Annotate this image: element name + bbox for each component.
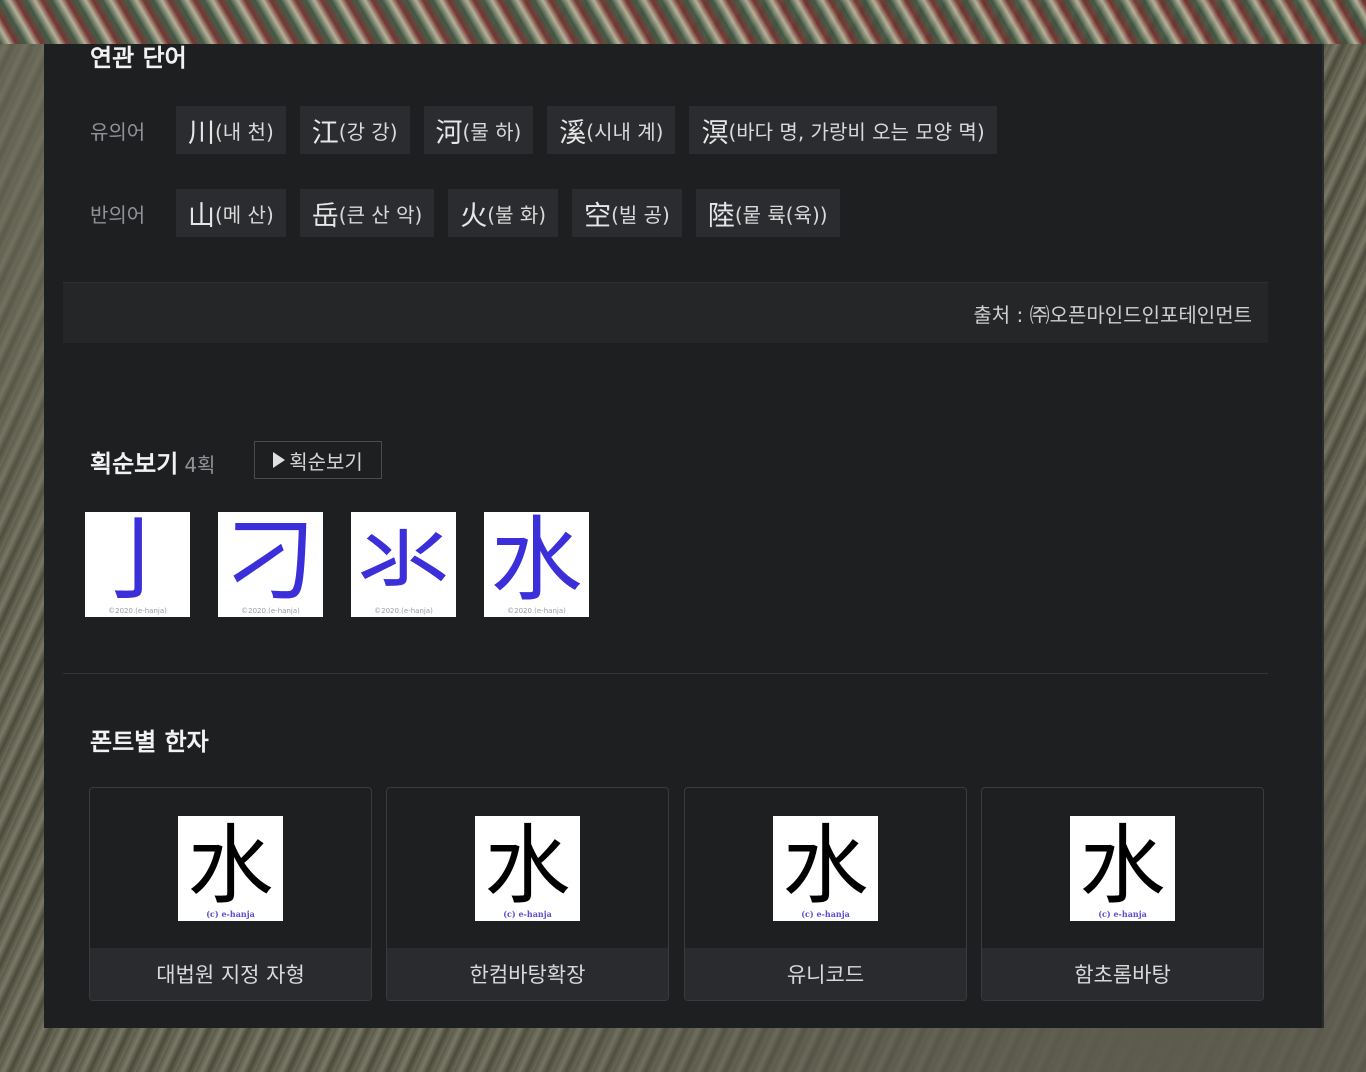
font-glyph-image: 水 (c) e-hanja bbox=[1070, 816, 1175, 921]
stroke-glyph: 刁 bbox=[224, 507, 317, 614]
hanja: 山 bbox=[188, 200, 215, 232]
font-glyph: 水 bbox=[1079, 816, 1166, 916]
font-hanja-title: 폰트별 한자 bbox=[90, 728, 209, 756]
synonym-chip[interactable]: 溟 (바다 명, 가랑비 오는 모양 멱) bbox=[689, 106, 997, 154]
antonym-chip[interactable]: 空 (빌 공) bbox=[572, 189, 682, 237]
font-glyph: 水 bbox=[187, 816, 274, 916]
font-card[interactable]: 水 (c) e-hanja 한컴바탕확장 bbox=[386, 787, 669, 1001]
stroke-glyph: 亅 bbox=[91, 507, 184, 614]
antonym-chip[interactable]: 火 (불 화) bbox=[448, 189, 559, 237]
copyright-text: ©2020.(e-hanja) bbox=[108, 607, 167, 615]
related-words-title: 연관 단어 bbox=[90, 44, 187, 72]
play-icon bbox=[273, 452, 286, 468]
font-glyph-image: 水 (c) e-hanja bbox=[475, 816, 580, 921]
source-text: 출처 : ㈜오픈마인드인포테인먼트 bbox=[973, 302, 1252, 327]
play-button-label: 획순보기 bbox=[289, 449, 363, 474]
source-bar: 출처 : ㈜오픈마인드인포테인먼트 bbox=[63, 282, 1268, 343]
hanja: 河 bbox=[435, 117, 463, 149]
font-card[interactable]: 水 (c) e-hanja 유니코드 bbox=[684, 787, 967, 1001]
hanja: 空 bbox=[584, 200, 612, 232]
antonyms-row: 반의어 山 (메 산) 岳 (큰 산 악) 火 (불 화) 空 (빌 공) 陸 (뭍 륙(… bbox=[90, 189, 854, 237]
reading: (뭍 륙(육)) bbox=[734, 202, 828, 227]
content-panel: 연관 단어 유의어 川 (내 천) 江 (강 강) 河 (물 하) 溪 (시내 계) 溟… bbox=[44, 44, 1324, 1028]
stroke-step-image: 亅 ©2020.(e-hanja) bbox=[85, 507, 190, 617]
copyright-text: (c) e-hanja bbox=[503, 909, 552, 919]
font-glyph: 水 bbox=[782, 816, 869, 916]
font-card[interactable]: 水 (c) e-hanja 대법원 지정 자형 bbox=[89, 787, 372, 1001]
copyright-text: ©2020.(e-hanja) bbox=[374, 607, 433, 615]
copyright-text: ©2020.(e-hanja) bbox=[241, 607, 300, 615]
stroke-step-image: 刁 ©2020.(e-hanja) bbox=[218, 507, 323, 617]
antonym-chip[interactable]: 陸 (뭍 륙(육)) bbox=[695, 189, 840, 237]
play-stroke-order-button[interactable]: 획순보기 bbox=[254, 441, 382, 479]
hanja: 溟 bbox=[701, 117, 729, 149]
stroke-glyph: 氺 bbox=[357, 507, 450, 614]
reading: (내 천) bbox=[215, 119, 274, 144]
font-glyph-image: 水 (c) e-hanja bbox=[178, 816, 283, 921]
copyright-text: (c) e-hanja bbox=[1098, 909, 1147, 919]
reading: (큰 산 악) bbox=[338, 202, 423, 227]
font-glyph: 水 bbox=[484, 816, 571, 916]
stroke-count: 4획 bbox=[184, 453, 216, 477]
antonym-chip[interactable]: 山 (메 산) bbox=[176, 189, 286, 237]
synonym-chip[interactable]: 江 (강 강) bbox=[299, 106, 410, 154]
font-name: 한컴바탕확장 bbox=[387, 948, 668, 1000]
reading: (바다 명, 가랑비 오는 모양 멱) bbox=[728, 119, 985, 144]
font-name: 유니코드 bbox=[685, 948, 966, 1000]
reading: (불 화) bbox=[487, 202, 547, 227]
antonym-chip[interactable]: 岳 (큰 산 악) bbox=[299, 189, 435, 237]
synonym-chip[interactable]: 溪 (시내 계) bbox=[547, 106, 676, 154]
stroke-glyph: 水 bbox=[490, 507, 583, 614]
font-card[interactable]: 水 (c) e-hanja 함초롬바탕 bbox=[981, 787, 1264, 1001]
hanja: 陸 bbox=[707, 200, 735, 232]
synonyms-row: 유의어 川 (내 천) 江 (강 강) 河 (물 하) 溪 (시내 계) 溟 (바다 명,… bbox=[90, 106, 1011, 154]
stroke-order-title-text: 획순보기 bbox=[90, 450, 179, 478]
reading: (시내 계) bbox=[586, 119, 664, 144]
section-divider bbox=[63, 673, 1268, 674]
antonyms-label: 반의어 bbox=[90, 202, 146, 227]
stroke-order-title: 획순보기 4획 bbox=[90, 444, 215, 479]
copyright-text: ©2020.(e-hanja) bbox=[507, 607, 566, 615]
font-name: 대법원 지정 자형 bbox=[90, 948, 371, 1000]
hanja: 川 bbox=[188, 117, 215, 149]
copyright-text: (c) e-hanja bbox=[801, 909, 850, 919]
copyright-text: (c) e-hanja bbox=[206, 909, 255, 919]
reading: (물 하) bbox=[462, 119, 522, 144]
hanja: 江 bbox=[311, 117, 339, 149]
font-glyph-image: 水 (c) e-hanja bbox=[773, 816, 878, 921]
font-name: 함초롬바탕 bbox=[982, 948, 1263, 1000]
reading: (메 산) bbox=[215, 202, 274, 227]
reading: (빌 공) bbox=[611, 202, 670, 227]
background-image bbox=[0, 0, 1366, 44]
reading: (강 강) bbox=[338, 119, 398, 144]
hanja: 火 bbox=[460, 200, 488, 232]
stroke-step-image: 水 ©2020.(e-hanja) bbox=[484, 507, 589, 617]
hanja: 溪 bbox=[559, 117, 587, 149]
synonym-chip[interactable]: 河 (물 하) bbox=[423, 106, 534, 154]
synonym-chip[interactable]: 川 (내 천) bbox=[176, 106, 286, 154]
hanja: 岳 bbox=[311, 200, 339, 232]
stroke-step-image: 氺 ©2020.(e-hanja) bbox=[351, 507, 456, 617]
synonyms-label: 유의어 bbox=[90, 119, 146, 144]
